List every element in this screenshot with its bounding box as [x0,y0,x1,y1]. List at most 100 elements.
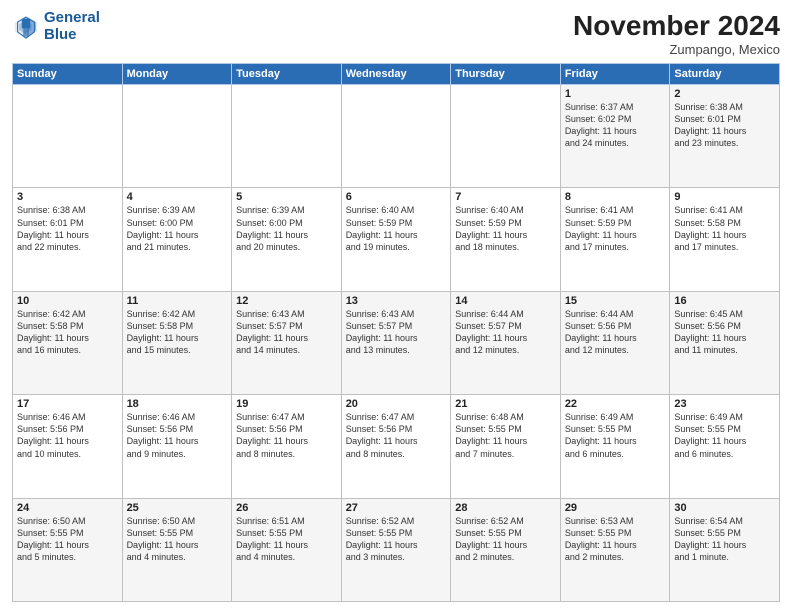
day-info: Sunrise: 6:52 AM Sunset: 5:55 PM Dayligh… [346,515,447,564]
day-info: Sunrise: 6:50 AM Sunset: 5:55 PM Dayligh… [17,515,118,564]
calendar-cell [122,85,232,188]
calendar-cell: 28Sunrise: 6:52 AM Sunset: 5:55 PM Dayli… [451,498,561,601]
day-header-thursday: Thursday [451,64,561,85]
calendar-cell: 23Sunrise: 6:49 AM Sunset: 5:55 PM Dayli… [670,395,780,498]
day-number: 3 [17,191,118,203]
calendar-cell: 17Sunrise: 6:46 AM Sunset: 5:56 PM Dayli… [13,395,123,498]
day-number: 29 [565,502,666,514]
day-number: 18 [127,398,228,410]
calendar-cell: 18Sunrise: 6:46 AM Sunset: 5:56 PM Dayli… [122,395,232,498]
calendar-cell: 10Sunrise: 6:42 AM Sunset: 5:58 PM Dayli… [13,291,123,394]
day-number: 27 [346,502,447,514]
logo: General Blue [12,10,100,43]
header: General Blue November 2024 Zumpango, Mex… [12,10,780,57]
day-info: Sunrise: 6:39 AM Sunset: 6:00 PM Dayligh… [236,204,337,253]
day-info: Sunrise: 6:45 AM Sunset: 5:56 PM Dayligh… [674,308,775,357]
calendar-cell: 3Sunrise: 6:38 AM Sunset: 6:01 PM Daylig… [13,188,123,291]
calendar-cell [232,85,342,188]
calendar-cell: 22Sunrise: 6:49 AM Sunset: 5:55 PM Dayli… [560,395,670,498]
month-title: November 2024 [573,10,780,42]
day-number: 28 [455,502,556,514]
day-header-sunday: Sunday [13,64,123,85]
day-number: 14 [455,295,556,307]
day-number: 12 [236,295,337,307]
calendar-cell: 16Sunrise: 6:45 AM Sunset: 5:56 PM Dayli… [670,291,780,394]
week-row-1: 1Sunrise: 6:37 AM Sunset: 6:02 PM Daylig… [13,85,780,188]
day-number: 7 [455,191,556,203]
calendar-cell: 5Sunrise: 6:39 AM Sunset: 6:00 PM Daylig… [232,188,342,291]
day-number: 8 [565,191,666,203]
day-number: 16 [674,295,775,307]
calendar-cell [341,85,451,188]
calendar-header: SundayMondayTuesdayWednesdayThursdayFrid… [13,64,780,85]
day-info: Sunrise: 6:49 AM Sunset: 5:55 PM Dayligh… [565,411,666,460]
day-info: Sunrise: 6:48 AM Sunset: 5:55 PM Dayligh… [455,411,556,460]
logo-icon [12,13,40,41]
day-number: 10 [17,295,118,307]
day-info: Sunrise: 6:54 AM Sunset: 5:55 PM Dayligh… [674,515,775,564]
week-row-3: 10Sunrise: 6:42 AM Sunset: 5:58 PM Dayli… [13,291,780,394]
day-number: 21 [455,398,556,410]
day-info: Sunrise: 6:40 AM Sunset: 5:59 PM Dayligh… [346,204,447,253]
day-info: Sunrise: 6:49 AM Sunset: 5:55 PM Dayligh… [674,411,775,460]
calendar-cell: 26Sunrise: 6:51 AM Sunset: 5:55 PM Dayli… [232,498,342,601]
day-number: 22 [565,398,666,410]
day-number: 19 [236,398,337,410]
day-header-saturday: Saturday [670,64,780,85]
day-number: 9 [674,191,775,203]
day-info: Sunrise: 6:51 AM Sunset: 5:55 PM Dayligh… [236,515,337,564]
calendar-cell: 12Sunrise: 6:43 AM Sunset: 5:57 PM Dayli… [232,291,342,394]
calendar-cell: 11Sunrise: 6:42 AM Sunset: 5:58 PM Dayli… [122,291,232,394]
week-row-4: 17 Sunrise: 6:46 AM Sunset: 5:56 PM Dayli… [13,395,780,498]
day-number: 2 [674,88,775,100]
day-header-friday: Friday [560,64,670,85]
day-number: 17 [17,398,118,410]
calendar-cell: 29Sunrise: 6:53 AM Sunset: 5:55 PM Dayli… [560,498,670,601]
calendar-cell: 25Sunrise: 6:50 AM Sunset: 5:55 PM Dayli… [122,498,232,601]
day-number: 26 [236,502,337,514]
day-number: 20 [346,398,447,410]
calendar-cell: 1Sunrise: 6:37 AM Sunset: 6:02 PM Daylig… [560,85,670,188]
calendar-cell: 19Sunrise: 6:47 AM Sunset: 5:56 PM Dayli… [232,395,342,498]
day-number: 6 [346,191,447,203]
calendar-cell: 15Sunrise: 6:44 AM Sunset: 5:56 PM Dayli… [560,291,670,394]
day-number: 4 [127,191,228,203]
calendar-cell: 30Sunrise: 6:54 AM Sunset: 5:55 PM Dayli… [670,498,780,601]
calendar-cell: 14Sunrise: 6:44 AM Sunset: 5:57 PM Dayli… [451,291,561,394]
day-number: 30 [674,502,775,514]
calendar-cell: 20Sunrise: 6:47 AM Sunset: 5:56 PM Dayli… [341,395,451,498]
day-info: Sunrise: 6:41 AM Sunset: 5:58 PM Dayligh… [674,204,775,253]
header-row: SundayMondayTuesdayWednesdayThursdayFrid… [13,64,780,85]
day-info: Sunrise: 6:43 AM Sunset: 5:57 PM Dayligh… [346,308,447,357]
day-info: Sunrise: 6:53 AM Sunset: 5:55 PM Dayligh… [565,515,666,564]
calendar-cell [451,85,561,188]
calendar-cell: 21Sunrise: 6:48 AM Sunset: 5:55 PM Dayli… [451,395,561,498]
day-info: Sunrise: 6:44 AM Sunset: 5:56 PM Dayligh… [565,308,666,357]
calendar-cell: 8Sunrise: 6:41 AM Sunset: 5:59 PM Daylig… [560,188,670,291]
day-info: Sunrise: 6:37 AM Sunset: 6:02 PM Dayligh… [565,101,666,150]
day-info: Sunrise: 6:47 AM Sunset: 5:56 PM Dayligh… [346,411,447,460]
calendar-cell: 9Sunrise: 6:41 AM Sunset: 5:58 PM Daylig… [670,188,780,291]
calendar-cell: 24Sunrise: 6:50 AM Sunset: 5:55 PM Dayli… [13,498,123,601]
day-info: Sunrise: 6:50 AM Sunset: 5:55 PM Dayligh… [127,515,228,564]
title-block: November 2024 Zumpango, Mexico [573,10,780,57]
day-number: 13 [346,295,447,307]
day-header-wednesday: Wednesday [341,64,451,85]
page: General Blue November 2024 Zumpango, Mex… [0,0,792,612]
calendar-cell [13,85,123,188]
day-info: Sunrise: 6:43 AM Sunset: 5:57 PM Dayligh… [236,308,337,357]
day-info: Sunrise: 6:46 AM Sunset: 5:56 PM Dayligh… [127,411,228,460]
day-number: 5 [236,191,337,203]
calendar-cell: 2Sunrise: 6:38 AM Sunset: 6:01 PM Daylig… [670,85,780,188]
calendar-cell: 13Sunrise: 6:43 AM Sunset: 5:57 PM Dayli… [341,291,451,394]
week-row-2: 3Sunrise: 6:38 AM Sunset: 6:01 PM Daylig… [13,188,780,291]
week-row-5: 24Sunrise: 6:50 AM Sunset: 5:55 PM Dayli… [13,498,780,601]
calendar: SundayMondayTuesdayWednesdayThursdayFrid… [12,63,780,602]
day-info: Sunrise: 6:44 AM Sunset: 5:57 PM Dayligh… [455,308,556,357]
calendar-body: 1Sunrise: 6:37 AM Sunset: 6:02 PM Daylig… [13,85,780,602]
calendar-cell: 7Sunrise: 6:40 AM Sunset: 5:59 PM Daylig… [451,188,561,291]
day-number: 1 [565,88,666,100]
calendar-cell: 6Sunrise: 6:40 AM Sunset: 5:59 PM Daylig… [341,188,451,291]
calendar-cell: 4Sunrise: 6:39 AM Sunset: 6:00 PM Daylig… [122,188,232,291]
calendar-cell: 27Sunrise: 6:52 AM Sunset: 5:55 PM Dayli… [341,498,451,601]
